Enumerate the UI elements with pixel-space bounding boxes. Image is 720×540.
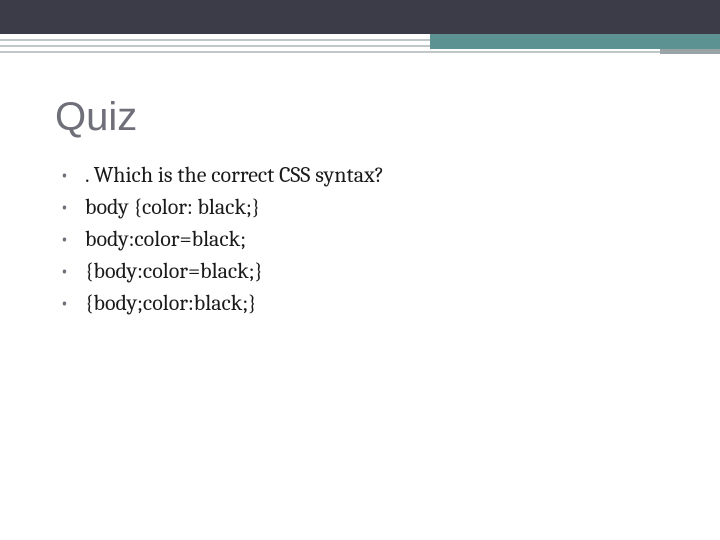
slide-content: Quiz . Which is the correct CSS syntax? … bbox=[55, 95, 690, 319]
list-item: body {color: black;} bbox=[75, 192, 690, 224]
list-item: {body;color:black;} bbox=[75, 288, 690, 320]
list-item: . Which is the correct CSS syntax? bbox=[75, 160, 690, 192]
list-item: body:color=black; bbox=[75, 224, 690, 256]
bullet-list: . Which is the correct CSS syntax? body … bbox=[55, 160, 690, 319]
decorative-accent-stub bbox=[660, 49, 720, 54]
decorative-line bbox=[0, 51, 720, 53]
slide-title: Quiz bbox=[55, 95, 690, 140]
decorative-accent-bar bbox=[430, 34, 720, 49]
slide-top-bar bbox=[0, 0, 720, 34]
list-item: {body:color=black;} bbox=[75, 256, 690, 288]
